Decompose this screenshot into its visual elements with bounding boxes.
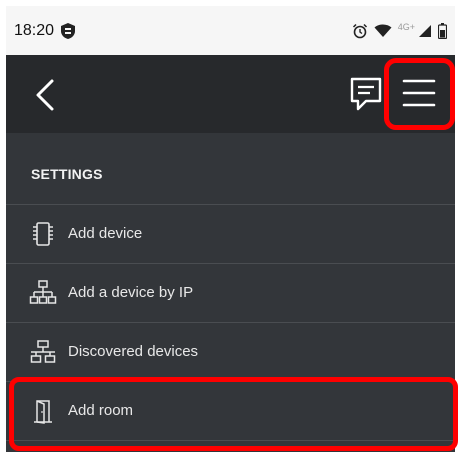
- device-chip-icon: [33, 222, 53, 246]
- status-bar: 18:20 4G+: [6, 6, 455, 55]
- back-button[interactable]: [24, 67, 68, 119]
- chevron-left-icon: [36, 79, 54, 111]
- network-discovery-icon: [30, 340, 56, 363]
- door-icon: [34, 400, 52, 424]
- add-device-item[interactable]: Add device: [6, 204, 455, 263]
- shield-icon: [61, 23, 75, 39]
- status-time: 18:20: [14, 22, 55, 39]
- system-icons: 4G+: [352, 21, 447, 41]
- hamburger-menu-icon: [402, 79, 436, 107]
- network-type-label: 4G+: [397, 22, 415, 32]
- add-device-by-ip-label: Add a device by IP: [68, 284, 194, 301]
- add-room-item[interactable]: Add room: [6, 381, 455, 441]
- signal-icon: [419, 25, 431, 37]
- wifi-icon: [374, 24, 392, 37]
- app-screen: 18:20 4G+ SETTINGS Add device Add a devi…: [6, 6, 455, 452]
- chat-icon: [350, 77, 382, 111]
- hamburger-menu-button[interactable]: [392, 65, 446, 121]
- discovered-devices-item[interactable]: Discovered devices: [6, 322, 455, 381]
- alarm-icon: [352, 23, 367, 39]
- settings-section-title: SETTINGS: [31, 166, 103, 182]
- add-room-label: Add room: [68, 402, 134, 419]
- battery-icon: [438, 23, 447, 39]
- settings-list: Add device Add a device by IP Discovered…: [6, 204, 455, 441]
- discovered-devices-label: Discovered devices: [68, 343, 199, 360]
- feedback-button[interactable]: [346, 71, 386, 115]
- network-tree-icon: [29, 280, 57, 304]
- add-device-by-ip-item[interactable]: Add a device by IP: [6, 263, 455, 322]
- app-bar: [6, 55, 455, 133]
- add-device-label: Add device: [68, 225, 143, 242]
